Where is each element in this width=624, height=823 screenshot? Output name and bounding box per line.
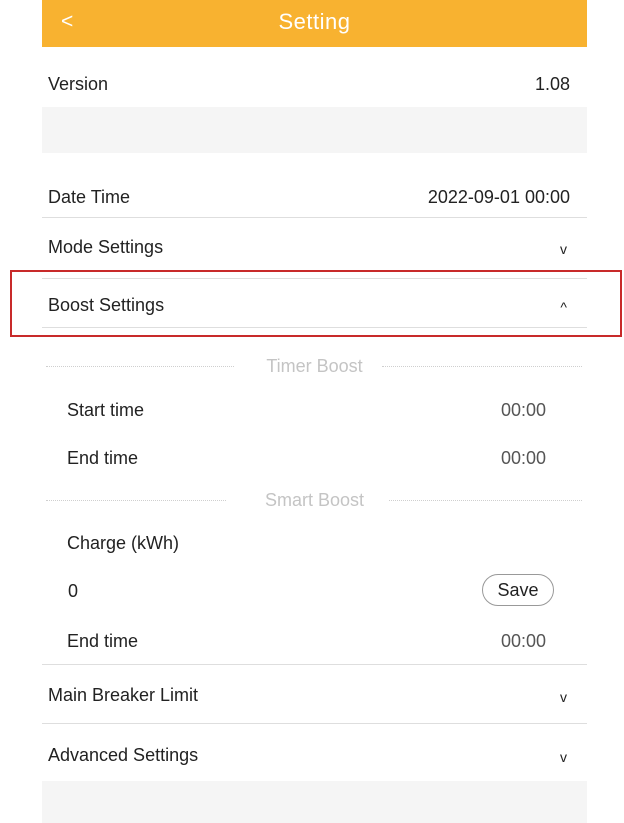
header-bar: < Setting xyxy=(42,0,587,47)
smart-end-row[interactable]: End time 00:00 xyxy=(42,631,587,655)
charge-label-row: Charge (kWh) xyxy=(42,533,587,557)
date-time-row[interactable]: Date Time 2022-09-01 00:00 xyxy=(42,187,587,211)
start-time-value[interactable]: 00:00 xyxy=(501,400,546,421)
spacer-band xyxy=(42,107,587,153)
start-time-label: Start time xyxy=(67,400,145,420)
charge-label: Charge (kWh) xyxy=(67,533,180,553)
date-time-value: 2022-09-01 00:00 xyxy=(427,187,570,207)
smart-boost-heading: Smart Boost xyxy=(42,490,587,510)
dotted-line xyxy=(382,366,582,367)
page-title: Setting xyxy=(278,9,351,34)
chevron-down-icon: v xyxy=(560,241,567,257)
settings-screen: < Setting Version 1.08 Date Time 2022-09… xyxy=(42,0,587,823)
smart-end-time-value[interactable]: 00:00 xyxy=(501,631,546,652)
chevron-down-icon: v xyxy=(560,749,567,765)
date-time-label: Date Time xyxy=(48,187,131,207)
advanced-settings-label: Advanced Settings xyxy=(48,745,199,765)
timer-start-row[interactable]: Start time 00:00 xyxy=(42,400,587,424)
divider xyxy=(42,723,587,724)
divider xyxy=(42,664,587,665)
advanced-settings-row[interactable]: Advanced Settings v xyxy=(42,745,587,769)
timer-boost-heading: Timer Boost xyxy=(42,356,587,376)
version-label: Version xyxy=(48,74,109,94)
timer-end-row[interactable]: End time 00:00 xyxy=(42,448,587,472)
main-breaker-row[interactable]: Main Breaker Limit v xyxy=(42,685,587,709)
chevron-down-icon: v xyxy=(560,689,567,705)
save-button[interactable]: Save xyxy=(482,574,554,606)
charge-input-row: 0 Save xyxy=(42,574,587,606)
mode-settings-row[interactable]: Mode Settings v xyxy=(42,237,587,261)
end-time-value[interactable]: 00:00 xyxy=(501,448,546,469)
footer-band xyxy=(42,781,587,823)
version-value: 1.08 xyxy=(534,74,570,94)
mode-settings-label: Mode Settings xyxy=(48,237,164,257)
boost-settings-highlight xyxy=(10,270,622,337)
version-row: Version 1.08 xyxy=(42,74,587,98)
dotted-line xyxy=(389,500,582,501)
end-time-label: End time xyxy=(67,448,139,468)
smart-end-time-label: End time xyxy=(67,631,139,651)
charge-input[interactable]: 0 xyxy=(68,581,78,602)
divider xyxy=(42,217,587,218)
main-breaker-label: Main Breaker Limit xyxy=(48,685,199,705)
